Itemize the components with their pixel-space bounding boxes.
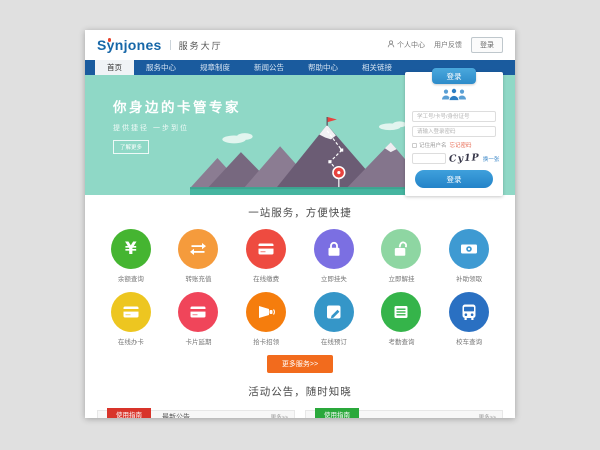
edit-icon bbox=[314, 292, 354, 332]
service-item-5[interactable]: 补助领取 bbox=[435, 229, 503, 283]
bank-card-icon bbox=[246, 229, 286, 269]
transfer-icon bbox=[178, 229, 218, 269]
remember-checkbox[interactable] bbox=[412, 143, 417, 148]
service-item-11[interactable]: 校车查询 bbox=[435, 292, 503, 346]
announcements-section: 活动公告，随时知晓 使用指南最新公告更多>>使用指南更多>> bbox=[85, 373, 515, 418]
users-icon bbox=[412, 87, 496, 107]
service-item-3[interactable]: 立即挂失 bbox=[300, 229, 368, 283]
service-label: 考勤查询 bbox=[368, 336, 436, 346]
nav-item-3[interactable]: 新闻公告 bbox=[242, 60, 296, 75]
service-item-0[interactable]: ¥ 余额查询 bbox=[97, 229, 165, 283]
service-item-10[interactable]: 考勤查询 bbox=[368, 292, 436, 346]
service-label: 卡片延期 bbox=[165, 336, 233, 346]
clouds-icon bbox=[222, 121, 406, 143]
login-panel: 登录 记住用户名 忘记密码 Cy1P 换一张 登录 bbox=[405, 72, 503, 196]
service-label: 校车查询 bbox=[435, 336, 503, 346]
nav-item-1[interactable]: 服务中心 bbox=[134, 60, 188, 75]
panel-active-tab[interactable]: 使用指南 bbox=[107, 408, 151, 418]
hero-title: 你身边的卡管专家 bbox=[113, 96, 241, 116]
hero-cta-button[interactable]: 了解更多 bbox=[113, 140, 149, 154]
topbar-link-0[interactable]: 个人中心 bbox=[387, 40, 425, 50]
nav-item-5[interactable]: 相关链接 bbox=[350, 60, 404, 75]
banknote-icon bbox=[449, 229, 489, 269]
service-label: 补助领取 bbox=[435, 273, 503, 283]
more-services-button[interactable]: 更多服务>> bbox=[267, 355, 333, 373]
header-right: 个人中心用户反馈 登录 bbox=[387, 37, 503, 53]
services-title: 一站服务，方便快捷 bbox=[85, 205, 515, 220]
hero-subtitle: 提供捷径 一步到位 bbox=[113, 123, 241, 133]
page: Synjones 服务大厅 个人中心用户反馈 登录 首页服务中心规章制度新闻公告… bbox=[85, 30, 515, 418]
service-item-1[interactable]: 转账充值 bbox=[165, 229, 233, 283]
topbar-link-label: 个人中心 bbox=[397, 40, 425, 50]
service-item-8[interactable]: 拾卡招领 bbox=[232, 292, 300, 346]
forgot-password-link[interactable]: 忘记密码 bbox=[450, 141, 472, 149]
service-item-2[interactable]: 在线缴费 bbox=[232, 229, 300, 283]
topbar-links: 个人中心用户反馈 bbox=[387, 40, 462, 50]
service-label: 转账充值 bbox=[165, 273, 233, 283]
header: Synjones 服务大厅 个人中心用户反馈 登录 bbox=[85, 30, 515, 60]
user-icon bbox=[387, 40, 395, 50]
announcement-panel-1: 使用指南更多>> bbox=[305, 410, 503, 418]
more-link[interactable]: 更多>> bbox=[271, 413, 288, 419]
password-input[interactable] bbox=[412, 126, 496, 137]
topbar-link-1[interactable]: 用户反馈 bbox=[434, 40, 462, 50]
captcha-image: Cy1P bbox=[449, 152, 480, 165]
login-tab[interactable]: 登录 bbox=[432, 68, 476, 84]
logo[interactable]: Synjones bbox=[97, 37, 162, 53]
service-label: 在线缴费 bbox=[232, 273, 300, 283]
nav-item-2[interactable]: 规章制度 bbox=[188, 60, 242, 75]
service-item-6[interactable]: 在线办卡 bbox=[97, 292, 165, 346]
more-link[interactable]: 更多>> bbox=[479, 413, 496, 419]
announcement-panels: 使用指南最新公告更多>>使用指南更多>> bbox=[97, 410, 503, 418]
remember-row: 记住用户名 忘记密码 bbox=[412, 141, 496, 149]
schedule-icon bbox=[381, 292, 421, 332]
logo-dot-icon bbox=[108, 38, 112, 42]
hero-text: 你身边的卡管专家 提供捷径 一步到位 了解更多 bbox=[113, 96, 241, 154]
service-item-4[interactable]: 立即解挂 bbox=[368, 229, 436, 283]
brand-suffix: 服务大厅 bbox=[179, 39, 223, 52]
unlock-icon bbox=[381, 229, 421, 269]
services-grid: ¥ 余额查询转账充值在线缴费立即挂失立即解挂补助领取在线办卡卡片延期拾卡招领在线预… bbox=[85, 229, 515, 346]
topbar-link-label: 用户反馈 bbox=[434, 40, 462, 50]
captcha-row: Cy1P 换一张 bbox=[412, 153, 496, 164]
flag-icon bbox=[327, 117, 337, 126]
services-section: 一站服务，方便快捷 ¥ 余额查询转账充值在线缴费立即挂失立即解挂补助领取在线办卡卡… bbox=[85, 195, 515, 373]
brand-divider bbox=[170, 40, 171, 50]
bus-icon bbox=[449, 292, 489, 332]
panel-tab[interactable]: 最新公告 bbox=[162, 412, 190, 419]
service-label: 余额查询 bbox=[97, 273, 165, 283]
login-submit-button[interactable]: 登录 bbox=[415, 170, 493, 188]
captcha-refresh-link[interactable]: 换一张 bbox=[483, 155, 500, 163]
yen-icon: ¥ bbox=[111, 229, 151, 269]
bank-card-icon bbox=[111, 292, 151, 332]
service-label: 在线办卡 bbox=[97, 336, 165, 346]
announcements-title: 活动公告，随时知晓 bbox=[97, 384, 503, 399]
panel-active-tab[interactable]: 使用指南 bbox=[315, 408, 359, 418]
captcha-input[interactable] bbox=[412, 153, 446, 164]
username-input[interactable] bbox=[412, 111, 496, 122]
service-item-7[interactable]: 卡片延期 bbox=[165, 292, 233, 346]
service-label: 立即挂失 bbox=[300, 273, 368, 283]
service-label: 拾卡招领 bbox=[232, 336, 300, 346]
topbar-login-button[interactable]: 登录 bbox=[471, 37, 503, 53]
bank-card-icon bbox=[178, 292, 218, 332]
hero-banner: 你身边的卡管专家 提供捷径 一步到位 了解更多 bbox=[85, 75, 515, 195]
nav-item-4[interactable]: 帮助中心 bbox=[296, 60, 350, 75]
announcement-panel-0: 使用指南 最新公告 更多>> bbox=[97, 410, 295, 418]
logo-text: Synjones bbox=[97, 37, 162, 53]
megaphone-icon bbox=[246, 292, 286, 332]
panel-header: 使用指南更多>> bbox=[305, 410, 503, 418]
lock-icon bbox=[314, 229, 354, 269]
remember-label: 记住用户名 bbox=[419, 141, 447, 149]
service-label: 立即解挂 bbox=[368, 273, 436, 283]
service-item-9[interactable]: 在线预订 bbox=[300, 292, 368, 346]
service-label: 在线预订 bbox=[300, 336, 368, 346]
panel-header: 使用指南 最新公告 更多>> bbox=[97, 410, 295, 418]
nav-item-0[interactable]: 首页 bbox=[95, 60, 134, 75]
